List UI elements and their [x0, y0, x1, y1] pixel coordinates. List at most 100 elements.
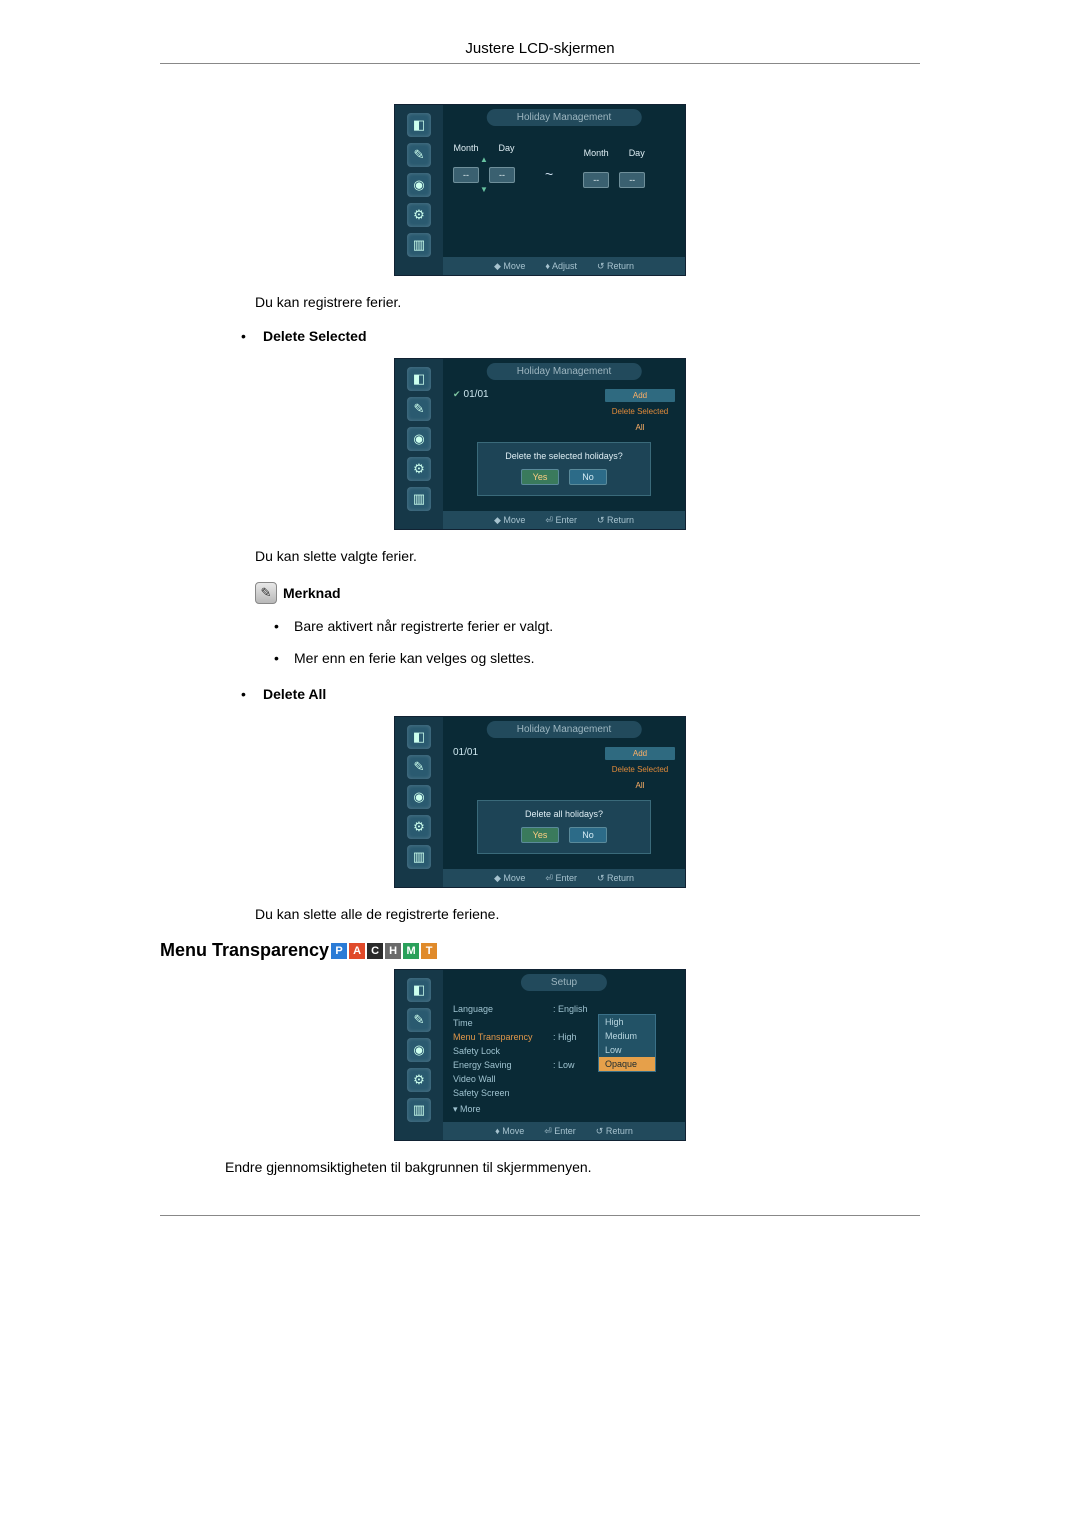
text-transparency: Endre gjennomsiktigheten til bakgrunnen …	[225, 1159, 920, 1175]
text-delete-selected: Du kan slette valgte ferier.	[255, 548, 920, 564]
note-row: ✎ Merknad	[255, 582, 920, 604]
dialog-text: Delete all holidays?	[484, 809, 644, 819]
sound-icon: ◉	[407, 785, 431, 809]
end-month-box[interactable]: --	[583, 172, 609, 188]
dialog-text: Delete the selected holidays?	[484, 451, 644, 461]
page-header: Justere LCD-skjermen	[160, 40, 920, 57]
osd-title: Setup	[521, 974, 607, 991]
hint-move: ◆ Move	[494, 261, 525, 272]
action-delete-selected[interactable]: Delete Selected	[605, 763, 675, 776]
bottom-rule	[160, 1215, 920, 1216]
note-icon: ✎	[255, 582, 277, 604]
badge-p: P	[331, 943, 347, 959]
picture-icon: ✎	[407, 397, 431, 421]
input-icon: ◧	[407, 113, 431, 137]
month-label: Month	[453, 143, 478, 153]
dialog-yes-button[interactable]: Yes	[521, 469, 559, 485]
setup-icon: ⚙	[407, 1068, 431, 1092]
osd-sidebar: ◧ ✎ ◉ ⚙ ▥	[395, 359, 443, 529]
dialog-yes-button[interactable]: Yes	[521, 827, 559, 843]
transparency-option[interactable]: Medium	[599, 1029, 655, 1043]
hint-move: ◆ Move	[494, 515, 525, 526]
badge-c: C	[367, 943, 383, 959]
dialog-no-button[interactable]: No	[569, 469, 607, 485]
badge-t: T	[421, 943, 437, 959]
transparency-options[interactable]: HighMediumLowOpaque	[598, 1014, 656, 1072]
picture-icon: ✎	[407, 143, 431, 167]
action-all[interactable]: All	[605, 779, 675, 792]
start-day-box[interactable]: --	[489, 167, 515, 183]
multi-icon: ▥	[407, 487, 431, 511]
hint-enter: ⏎ Enter	[545, 515, 577, 526]
osd-delete-all: ◧ ✎ ◉ ⚙ ▥ Holiday Management 01/01 Add D…	[394, 716, 686, 888]
arrow-up-icon[interactable]: ▲	[480, 157, 488, 163]
month-label-2: Month	[584, 148, 609, 158]
confirm-dialog: Delete all holidays? Yes No	[477, 800, 651, 854]
hint-return: ↺ Return	[597, 873, 634, 884]
osd-title: Holiday Management	[487, 363, 642, 380]
sound-icon: ◉	[407, 1038, 431, 1062]
setup-item[interactable]: Safety Screen	[453, 1088, 675, 1098]
input-icon: ◧	[407, 725, 431, 749]
range-tilde: ~	[541, 166, 557, 182]
holiday-item[interactable]: 01/01	[453, 747, 478, 792]
multi-icon: ▥	[407, 845, 431, 869]
hint-return: ↺ Return	[596, 1126, 633, 1137]
date-range-row: Month Day ▲ -- -- ▼ ~ Month Day	[453, 143, 675, 193]
holiday-item-checked[interactable]: 01/01	[453, 389, 489, 434]
hint-move: ♦ Move	[495, 1126, 524, 1136]
setup-item[interactable]: Language: English	[453, 1004, 675, 1014]
osd-holiday-add: ◧ ✎ ◉ ⚙ ▥ Holiday Management Month Day ▲…	[394, 104, 686, 276]
osd-footer: ◆ Move ⏎ Enter ↺ Return	[443, 511, 685, 529]
note-item-2: Mer enn en ferie kan velges og slettes.	[270, 650, 920, 666]
text-delete-all: Du kan slette alle de registrerte ferien…	[255, 906, 920, 922]
dialog-no-button[interactable]: No	[569, 827, 607, 843]
input-icon: ◧	[407, 978, 431, 1002]
action-add[interactable]: Add	[605, 747, 675, 760]
note-item-1: Bare aktivert når registrerte ferier er …	[270, 618, 920, 634]
action-all[interactable]: All	[605, 421, 675, 434]
setup-item[interactable]: Video Wall	[453, 1074, 675, 1084]
bullet-delete-selected: Delete Selected	[235, 328, 920, 344]
note-list: Bare aktivert når registrerte ferier er …	[270, 618, 920, 666]
hint-enter: ⏎ Enter	[545, 873, 577, 884]
osd-sidebar: ◧ ✎ ◉ ⚙ ▥	[395, 970, 443, 1140]
osd-footer: ◆ Move ♦ Adjust ↺ Return	[443, 257, 685, 275]
end-day-box[interactable]: --	[619, 172, 645, 188]
sound-icon: ◉	[407, 173, 431, 197]
transparency-option[interactable]: Opaque	[599, 1057, 655, 1071]
input-icon: ◧	[407, 367, 431, 391]
start-month-box[interactable]: --	[453, 167, 479, 183]
bullet-delete-all: Delete All	[235, 686, 920, 702]
hint-return: ↺ Return	[597, 515, 634, 526]
osd-delete-selected: ◧ ✎ ◉ ⚙ ▥ Holiday Management 01/01 Add D…	[394, 358, 686, 530]
osd-title: Holiday Management	[487, 721, 642, 738]
top-rule	[160, 63, 920, 64]
multi-icon: ▥	[407, 233, 431, 257]
hint-enter: ⏎ Enter	[544, 1126, 576, 1137]
side-actions: Add Delete Selected All	[605, 747, 675, 792]
transparency-option[interactable]: High	[599, 1015, 655, 1029]
osd-title: Holiday Management	[487, 109, 642, 126]
osd-footer: ♦ Move ⏎ Enter ↺ Return	[443, 1122, 685, 1140]
text-register: Du kan registrere ferier.	[255, 294, 920, 310]
transparency-option[interactable]: Low	[599, 1043, 655, 1057]
multi-icon: ▥	[407, 1098, 431, 1122]
setup-icon: ⚙	[407, 815, 431, 839]
picture-icon: ✎	[407, 1008, 431, 1032]
action-delete-selected[interactable]: Delete Selected	[605, 405, 675, 418]
arrow-down-icon[interactable]: ▼	[480, 187, 488, 193]
badge-h: H	[385, 943, 401, 959]
badge-a: A	[349, 943, 365, 959]
sound-icon: ◉	[407, 427, 431, 451]
setup-icon: ⚙	[407, 457, 431, 481]
hint-return: ↺ Return	[597, 261, 634, 272]
action-add[interactable]: Add	[605, 389, 675, 402]
heading-menu-transparency: Menu Transparency P A C H M T	[160, 940, 920, 961]
confirm-dialog: Delete the selected holidays? Yes No	[477, 442, 651, 496]
note-label: Merknad	[283, 585, 341, 601]
setup-icon: ⚙	[407, 203, 431, 227]
osd-setup-transparency: ◧ ✎ ◉ ⚙ ▥ Setup Language: EnglishTimeMen…	[394, 969, 686, 1141]
day-label-2: Day	[629, 148, 645, 158]
more-indicator[interactable]: ▾ More	[453, 1104, 481, 1115]
